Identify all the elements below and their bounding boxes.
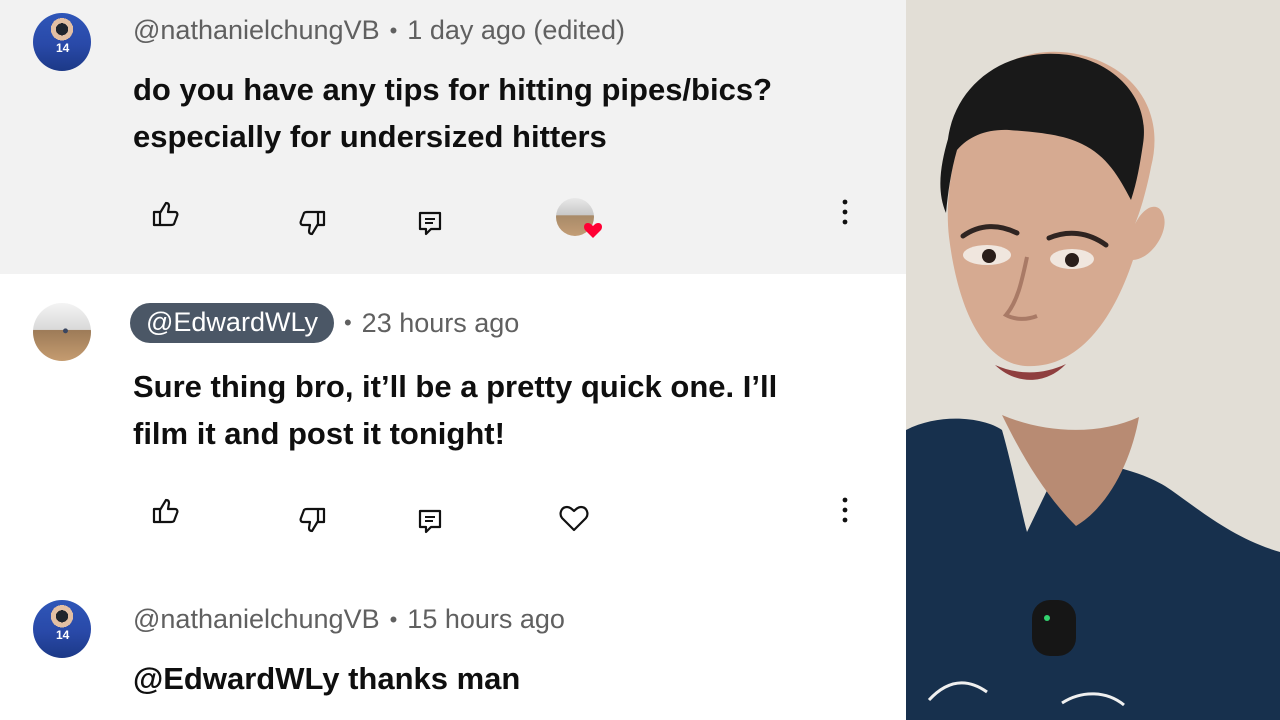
thumb-down-icon: [299, 507, 326, 533]
thumb-up-icon: [152, 498, 179, 524]
meta-separator: •: [343, 310, 352, 335]
comment-author-handle[interactable]: @nathanielchungVB: [133, 604, 380, 635]
comment-meta: @nathanielchungVB • 15 hours ago: [133, 604, 565, 635]
comment-meta: @nathanielchungVB • 1 day ago (edited): [133, 15, 625, 46]
thumb-up-icon: [152, 201, 179, 227]
heart-icon: [559, 505, 589, 532]
comment-meta: @EdwardWLy • 23 hours ago: [130, 303, 519, 343]
comment-reply: @nathanielchungVB • 15 hours ago @Edward…: [0, 574, 906, 720]
comment-reply-icon: [418, 509, 442, 534]
comment-reply-icon: [418, 211, 442, 236]
comment-reply: @EdwardWLy • 23 hours ago Sure thing bro…: [0, 274, 906, 574]
avatar[interactable]: [33, 600, 91, 658]
comment-text-line: do you have any tips for hitting pipes/b…: [133, 72, 773, 107]
heart-button[interactable]: [554, 498, 594, 538]
comment-timestamp[interactable]: 23 hours ago: [362, 308, 520, 339]
reply-button[interactable]: [410, 501, 450, 541]
dislike-button[interactable]: [294, 501, 334, 541]
comment-text-line: especially for undersized hitters: [133, 119, 607, 154]
avatar[interactable]: [33, 13, 91, 71]
comment-text-line: @EdwardWLy thanks man: [133, 661, 521, 696]
comment-text-line: Sure thing bro, it’ll be a pretty quick …: [133, 369, 778, 404]
comment-author-handle[interactable]: @nathanielchungVB: [133, 15, 380, 46]
avatar[interactable]: [33, 303, 91, 361]
comment-text: Sure thing bro, it’ll be a pretty quick …: [133, 363, 873, 457]
reply-button[interactable]: [410, 203, 450, 243]
meta-separator: •: [389, 17, 398, 43]
comment-highlighted: @nathanielchungVB • 1 day ago (edited) d…: [0, 0, 906, 274]
more-options-button[interactable]: [825, 490, 865, 530]
comment-timestamp[interactable]: 1 day ago (edited): [407, 15, 625, 46]
reaction-camera-feed: [906, 0, 1280, 720]
comment-text-line: film it and post it tonight!: [133, 416, 505, 451]
more-vertical-icon: [842, 497, 848, 523]
comments-thread: @nathanielchungVB • 1 day ago (edited) d…: [0, 0, 906, 720]
person-video-illustration: [906, 0, 1280, 720]
more-vertical-icon: [842, 199, 848, 225]
creator-heart-icon: [584, 223, 602, 238]
creator-handle-badge[interactable]: @EdwardWLy: [130, 303, 334, 343]
comment-text: @EdwardWLy thanks man: [133, 655, 873, 702]
comment-timestamp[interactable]: 15 hours ago: [407, 604, 565, 635]
comment-text: do you have any tips for hitting pipes/b…: [133, 66, 873, 160]
meta-separator: •: [389, 606, 398, 632]
like-button[interactable]: [144, 490, 184, 530]
dislike-button[interactable]: [294, 204, 334, 244]
like-button[interactable]: [144, 193, 184, 233]
more-options-button[interactable]: [825, 192, 865, 232]
thumb-down-icon: [299, 210, 326, 236]
